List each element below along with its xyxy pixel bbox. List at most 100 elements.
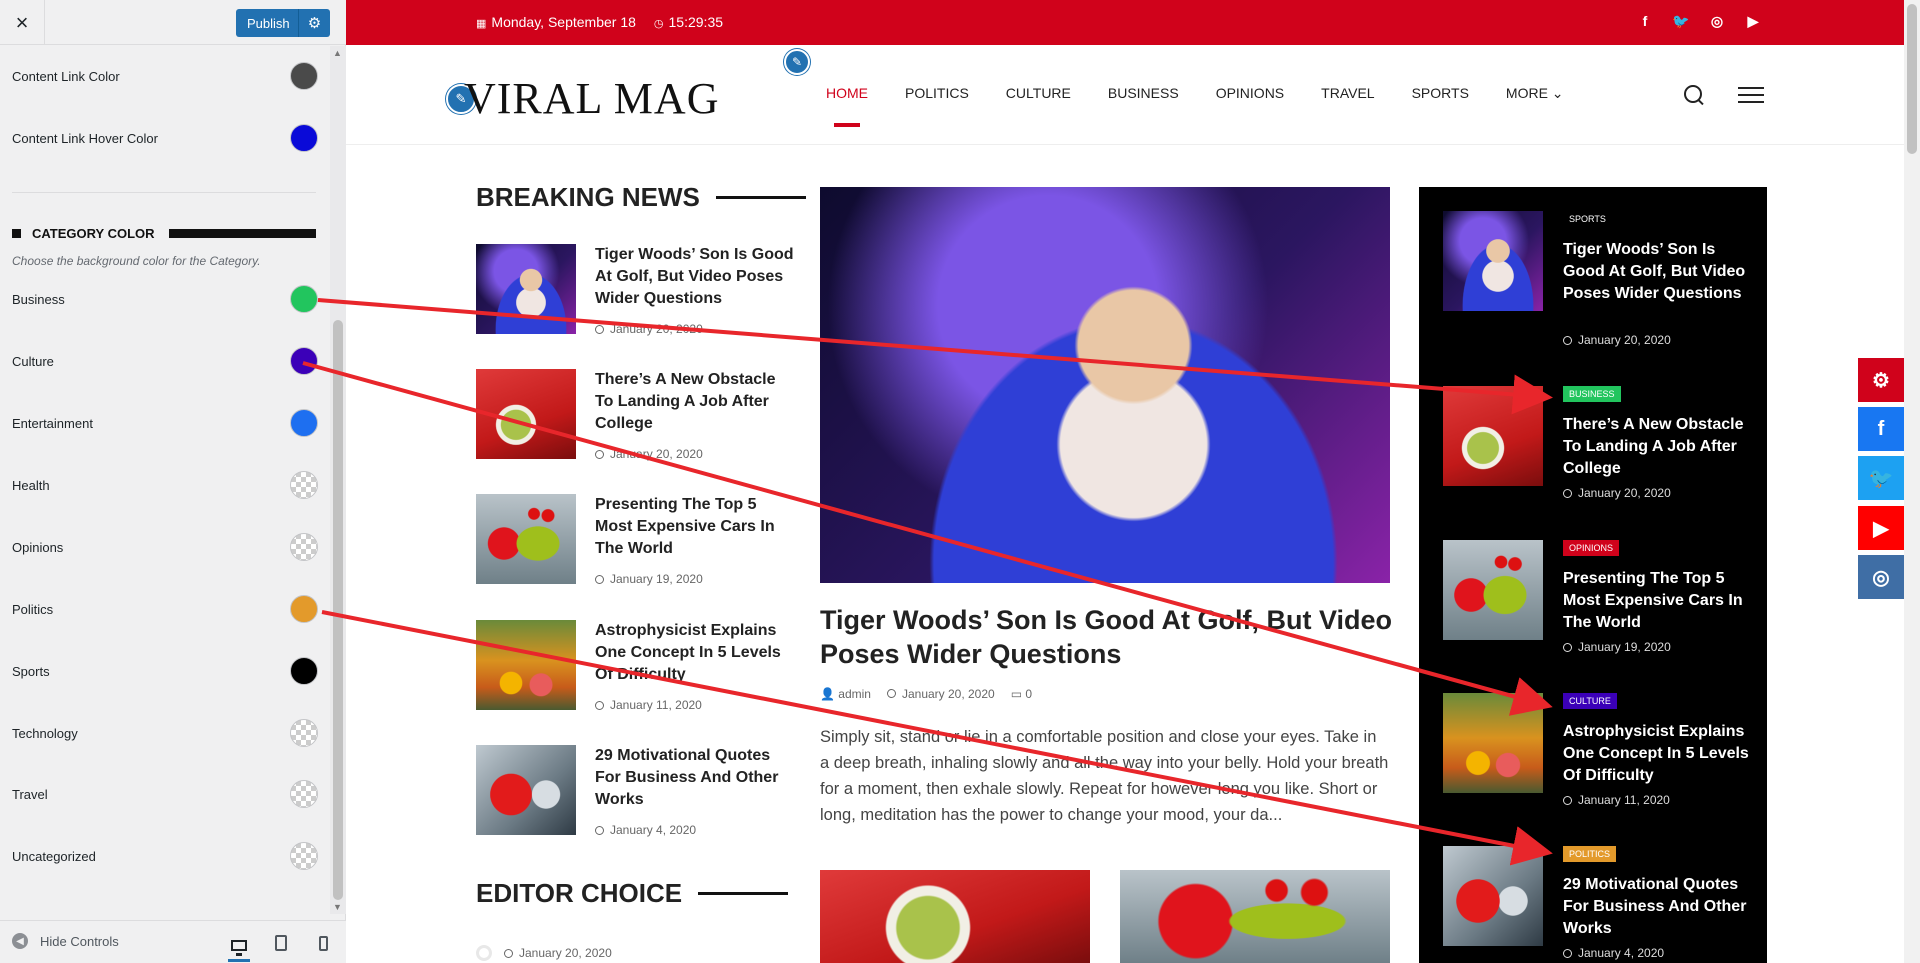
author[interactable]: 👤 admin [820,687,871,701]
search-icon[interactable] [1684,85,1702,103]
post-title[interactable]: There’s A New Obstacle To Landing A Job … [1563,414,1753,480]
post-date: January 20, 2020 [1563,333,1671,347]
color-swatch[interactable] [290,285,318,313]
color-swatch[interactable] [290,124,318,152]
date-text: January 20, 2020 [1578,486,1671,500]
clock-icon [595,449,604,459]
instagram-float-icon[interactable]: ◎ [1858,555,1904,599]
featured-title[interactable]: Tiger Woods’ Son Is Good At Golf, But Vi… [820,603,1400,671]
post-date: January 19, 2020 [1563,640,1671,654]
comment-count[interactable]: 0 [1025,687,1032,701]
nav-item-home[interactable]: HOME [826,85,868,127]
desktop-preview-button[interactable] [228,931,250,962]
site-logo[interactable]: ✎ VIRAL MAG [446,73,719,124]
list-item[interactable]: Astrophysicist Explains One Concept In 5… [476,620,796,730]
editor-choice-thumbnail[interactable] [1120,870,1390,963]
post-title[interactable]: Tiger Woods’ Son Is Good At Golf, But Vi… [595,244,795,310]
youtube-float-icon[interactable]: ▶ [1858,506,1904,550]
facebook-float-icon[interactable]: f [1858,407,1904,451]
color-swatch[interactable] [290,347,318,375]
post-thumbnail[interactable] [476,745,576,835]
category-badge[interactable]: BUSINESS [1563,386,1621,402]
twitter-icon[interactable]: 🐦 [1672,12,1690,30]
post-title[interactable]: 29 Motivational Quotes For Business And … [1563,874,1753,940]
list-item[interactable]: SPORTS Tiger Woods’ Son Is Good At Golf,… [1443,211,1753,351]
color-swatch[interactable] [290,780,318,808]
list-item[interactable]: 29 Motivational Quotes For Business And … [476,745,796,855]
color-swatch[interactable] [290,533,318,561]
post-thumbnail[interactable] [476,620,576,710]
youtube-icon[interactable]: ▶ [1744,12,1762,30]
post-thumbnail[interactable] [476,369,576,459]
heading-bar [168,228,316,238]
post-thumbnail[interactable] [1443,540,1543,640]
instagram-icon[interactable]: ◎ [1708,12,1726,30]
menu-icon[interactable] [1738,87,1764,108]
top-bar: ▦ Monday, September 18 ◷ 15:29:35 f 🐦 ◎ ▶ [346,0,1904,45]
post-title[interactable]: There’s A New Obstacle To Landing A Job … [595,369,795,435]
nav-item-sports[interactable]: SPORTS [1412,85,1469,102]
post-title[interactable]: Presenting The Top 5 Most Expensive Cars… [595,494,795,560]
post-thumbnail[interactable] [1443,386,1543,486]
featured-image[interactable] [820,187,1390,583]
scroll-up-icon[interactable]: ▲ [333,48,342,58]
category-badge[interactable]: SPORTS [1563,211,1612,227]
list-item[interactable]: Presenting The Top 5 Most Expensive Cars… [476,494,796,604]
tablet-preview-button[interactable] [270,933,292,953]
color-swatch[interactable] [290,657,318,685]
nav-item-culture[interactable]: CULTURE [1006,85,1071,102]
post-title[interactable]: Presenting The Top 5 Most Expensive Cars… [1563,568,1753,634]
category-badge[interactable]: POLITICS [1563,846,1617,862]
comments[interactable]: ▭ 0 [1011,687,1032,701]
scroll-thumb[interactable] [1907,4,1917,154]
editor-choice-thumbnail[interactable] [820,870,1090,963]
color-swatch[interactable] [290,409,318,437]
gear-icon[interactable]: ⚙ [298,9,330,37]
nav-item-more[interactable]: MORE ⌄ [1506,85,1564,102]
twitter-float-icon[interactable]: 🐦 [1858,456,1904,500]
category-badge[interactable]: CULTURE [1563,693,1617,709]
author-text[interactable]: admin [838,687,871,701]
post-title[interactable]: Astrophysicist Explains One Concept In 5… [1563,721,1753,787]
color-swatch[interactable] [290,471,318,499]
post-thumbnail[interactable] [476,494,576,584]
post-thumbnail[interactable] [1443,211,1543,311]
color-swatch[interactable] [290,595,318,623]
scroll-down-icon[interactable]: ▼ [333,902,342,912]
post-thumbnail[interactable] [1443,693,1543,793]
post-title[interactable]: Tiger Woods’ Son Is Good At Golf, But Vi… [1563,239,1753,305]
hide-controls-button[interactable]: ◀ Hide Controls [12,933,119,949]
customizer-scrollbar[interactable]: ▲ ▼ [330,46,346,914]
publish-label[interactable]: Publish [236,16,298,31]
edit-shortcut-icon[interactable]: ✎ [784,49,810,75]
mobile-preview-button[interactable] [312,933,334,953]
main-nav: HOME POLITICS CULTURE BUSINESS OPINIONS … [826,85,1601,127]
nav-item-travel[interactable]: TRAVEL [1321,85,1374,102]
color-swatch[interactable] [290,842,318,870]
post-title[interactable]: Astrophysicist Explains One Concept In 5… [595,620,795,686]
clock-icon [595,700,604,710]
color-swatch[interactable] [290,62,318,90]
nav-item-politics[interactable]: POLITICS [905,85,969,102]
post-thumbnail[interactable] [1443,846,1543,946]
post-title[interactable]: 29 Motivational Quotes For Business And … [595,745,795,811]
settings-gear-icon[interactable]: ⚙ [1858,358,1904,402]
close-icon[interactable]: × [0,0,45,45]
list-item[interactable]: BUSINESS There’s A New Obstacle To Landi… [1443,386,1753,526]
facebook-icon[interactable]: f [1636,12,1654,30]
nav-item-business[interactable]: BUSINESS [1108,85,1179,102]
category-row-opinions: Opinions [12,532,318,562]
list-item[interactable]: OPINIONS Presenting The Top 5 Most Expen… [1443,540,1753,680]
page-scrollbar[interactable] [1904,0,1920,963]
post-thumbnail[interactable] [476,244,576,334]
list-item[interactable]: POLITICS 29 Motivational Quotes For Busi… [1443,846,1753,963]
list-item[interactable]: Tiger Woods’ Son Is Good At Golf, But Vi… [476,244,796,354]
nav-item-opinions[interactable]: OPINIONS [1216,85,1284,102]
scroll-thumb[interactable] [333,320,343,900]
list-item[interactable]: There’s A New Obstacle To Landing A Job … [476,369,796,479]
logo-text[interactable]: VIRAL MAG [464,73,719,124]
list-item[interactable]: CULTURE Astrophysicist Explains One Conc… [1443,693,1753,833]
category-badge[interactable]: OPINIONS [1563,540,1620,556]
publish-button[interactable]: Publish ⚙ [236,9,330,37]
color-swatch[interactable] [290,719,318,747]
